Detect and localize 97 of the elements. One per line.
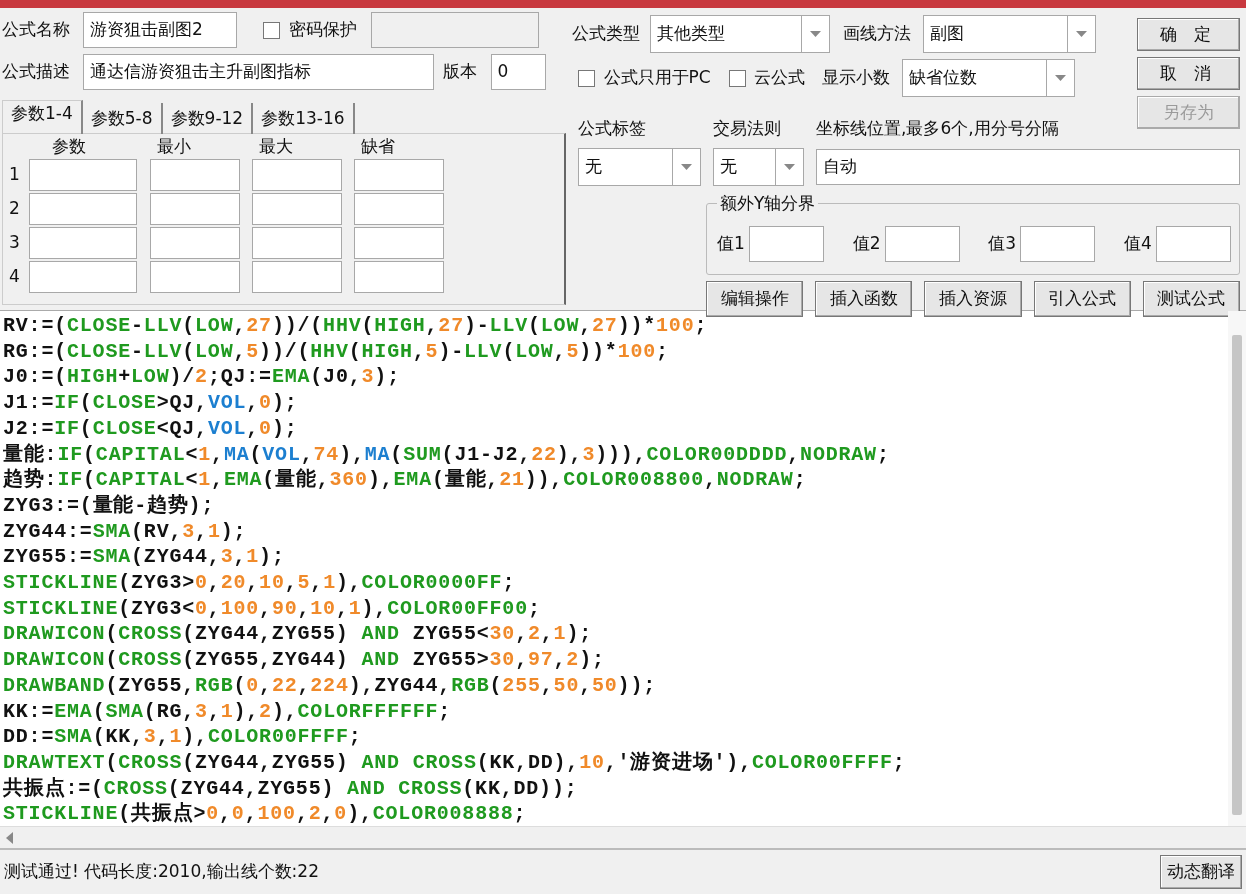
field-label: 值4: [1123, 232, 1152, 256]
field-label: 版本: [442, 60, 477, 84]
field-label: 交易法则: [713, 117, 782, 141]
value-field[interactable]: [1156, 226, 1231, 262]
row-number: 2: [9, 197, 21, 221]
checkbox[interactable]: [578, 69, 595, 87]
checkbox-label: 密码保护: [288, 18, 357, 42]
code-editor[interactable]: [0, 310, 1246, 826]
code-line: J1:=IF(CLOSE>QJ,VOL,0);: [3, 390, 298, 416]
param-field[interactable]: [29, 193, 137, 225]
code-line: RV:=(CLOSE-LLV(LOW,27))/(HHV(HIGH,27)-LLV(LOW,27))*100;: [3, 313, 708, 339]
field-label: 公式标签: [578, 117, 647, 141]
code-line: KK:=EMA(SMA(RG,3,1),2),COLORFFFFFF;: [3, 698, 452, 725]
caret-icon: [681, 164, 692, 170]
tool-button[interactable]: 引入公式: [1033, 281, 1131, 317]
param-field[interactable]: [252, 159, 342, 191]
field-label: 公式描述: [2, 60, 70, 84]
code-line: ZYG44:=SMA(RV,3,1);: [3, 518, 247, 545]
caret-icon: [1055, 75, 1067, 81]
dropdown[interactable]: 无: [713, 148, 804, 186]
code-line: DRAWICON(CROSS(ZYG44,ZYG55) AND ZYG55<30,2,1);: [3, 621, 592, 648]
code-line: STICKLINE(ZYG3>0,20,10,5,1),COLOR0000FF;: [3, 570, 516, 596]
row-number: 4: [9, 265, 21, 289]
dialog-button[interactable]: 确 定: [1137, 18, 1240, 51]
tab[interactable]: 参数5-8: [82, 102, 163, 134]
param-field[interactable]: [354, 227, 444, 259]
vertical-scrollbar[interactable]: [1228, 311, 1246, 826]
code-line: 共振点:=(CROSS(ZYG44,ZYG55) AND CROSS(KK,DD));: [3, 775, 578, 802]
code-line: DRAWTEXT(CROSS(ZYG44,ZYG55) AND CROSS(KK,DD),10,'游资进场'),COLOR00FFFF;: [3, 749, 906, 776]
param-field[interactable]: [150, 159, 240, 191]
value-field[interactable]: [1020, 226, 1096, 262]
param-field[interactable]: [29, 261, 137, 293]
dropdown[interactable]: 无: [578, 148, 701, 186]
translate-button[interactable]: 动态翻译: [1160, 855, 1242, 889]
code-line: DRAWICON(CROSS(ZYG55,ZYG44) AND ZYG55>30,97,2);: [3, 647, 605, 673]
code-line: 量能:IF(CAPITAL<1,MA(VOL,74),MA(SUM(J1-J2,22),3))),COLOR00DDDD,NODRAW;: [3, 441, 890, 468]
tab[interactable]: 参数9-12: [162, 102, 254, 134]
code-line: 趋势:IF(CAPITAL<1,EMA(量能,360),EMA(量能,21)),COLOR008800,NODRAW;: [3, 467, 807, 493]
dropdown[interactable]: 缺省位数: [902, 59, 1076, 97]
status-text: 测试通过! 代码长度:2010,输出线个数:22: [4, 860, 319, 884]
description-field[interactable]: 通达信游资狙击主升副图指标: [83, 54, 434, 90]
tool-button[interactable]: 编辑操作: [706, 281, 804, 317]
checkbox-label: 公式只用于PC: [603, 66, 711, 90]
field-label: 值2: [852, 232, 881, 256]
code-line: J2:=IF(CLOSE<QJ,VOL,0);: [3, 415, 298, 442]
code-line: DRAWBAND(ZYG55,RGB(0,22,224),ZYG44,RGB(255,50,50));: [3, 672, 656, 699]
tool-button[interactable]: 插入函数: [815, 281, 913, 317]
field-label: 画线方法: [843, 22, 911, 46]
checkbox-label: 云公式: [754, 66, 806, 90]
code-line: ZYG55:=SMA(ZYG44,3,1);: [3, 544, 285, 571]
row-number: 3: [9, 231, 21, 255]
code-line: J0:=(HIGH+LOW)/2;QJ:=EMA(J0,3);: [3, 364, 400, 391]
code-line: STICKLINE(ZYG3<0,100,90,10,1),COLOR00FF00;: [3, 595, 541, 622]
field-label: 公式类型: [572, 22, 640, 46]
tool-button[interactable]: 插入资源: [924, 281, 1022, 317]
column-header: 最大: [259, 135, 294, 159]
param-field[interactable]: [354, 261, 444, 293]
column-header: 缺省: [361, 135, 396, 159]
code-line: ZYG3:=(量能-趋势);: [3, 492, 215, 519]
dropdown[interactable]: 其他类型: [650, 15, 830, 53]
name-field[interactable]: 游资狙击副图2: [83, 12, 237, 48]
caret-icon: [784, 164, 795, 170]
column-header: 最小: [157, 135, 192, 159]
code-line: DD:=SMA(KK,3,1),COLOR00FFFF;: [3, 724, 362, 750]
field-label: 值3: [988, 232, 1017, 256]
param-field[interactable]: [252, 193, 342, 225]
param-field[interactable]: [150, 227, 240, 259]
field-label: 坐标线位置,最多6个,用分号分隔: [816, 117, 1059, 141]
tab[interactable]: 参数1-4: [2, 99, 83, 134]
version-field[interactable]: 0: [490, 54, 546, 90]
dialog-button[interactable]: 取 消: [1137, 57, 1240, 90]
tab[interactable]: 参数13-16: [253, 102, 355, 134]
checkbox[interactable]: [263, 21, 280, 39]
scroll-left-icon[interactable]: [6, 831, 14, 844]
row-number: 1: [9, 163, 21, 187]
param-field[interactable]: [354, 193, 444, 225]
param-field[interactable]: [150, 261, 240, 293]
param-field[interactable]: [150, 193, 240, 225]
param-field[interactable]: [29, 227, 137, 259]
tool-button[interactable]: 测试公式: [1142, 281, 1240, 317]
caret-icon: [810, 31, 821, 37]
param-field[interactable]: [354, 159, 444, 191]
field-label: 显示小数: [822, 66, 891, 90]
axis-field[interactable]: 自动: [816, 149, 1240, 185]
code-line: STICKLINE(共振点>0,0,100,2,0),COLOR008888;: [3, 801, 527, 826]
column-header: 参数: [51, 135, 87, 159]
param-field[interactable]: [29, 159, 137, 191]
caret-icon: [1076, 31, 1087, 37]
param-field[interactable]: [252, 261, 342, 293]
field-label: 值1: [717, 232, 745, 256]
value-field[interactable]: [884, 226, 960, 262]
param-field[interactable]: [252, 227, 342, 259]
field-label: 公式名称: [2, 18, 70, 42]
checkbox[interactable]: [728, 69, 746, 87]
dropdown[interactable]: 副图: [923, 15, 1096, 53]
code-line: RG:=(CLOSE-LLV(LOW,5))/(HHV(HIGH,5)-LLV(LOW,5))*100;: [3, 338, 669, 365]
value-field[interactable]: [749, 226, 825, 262]
